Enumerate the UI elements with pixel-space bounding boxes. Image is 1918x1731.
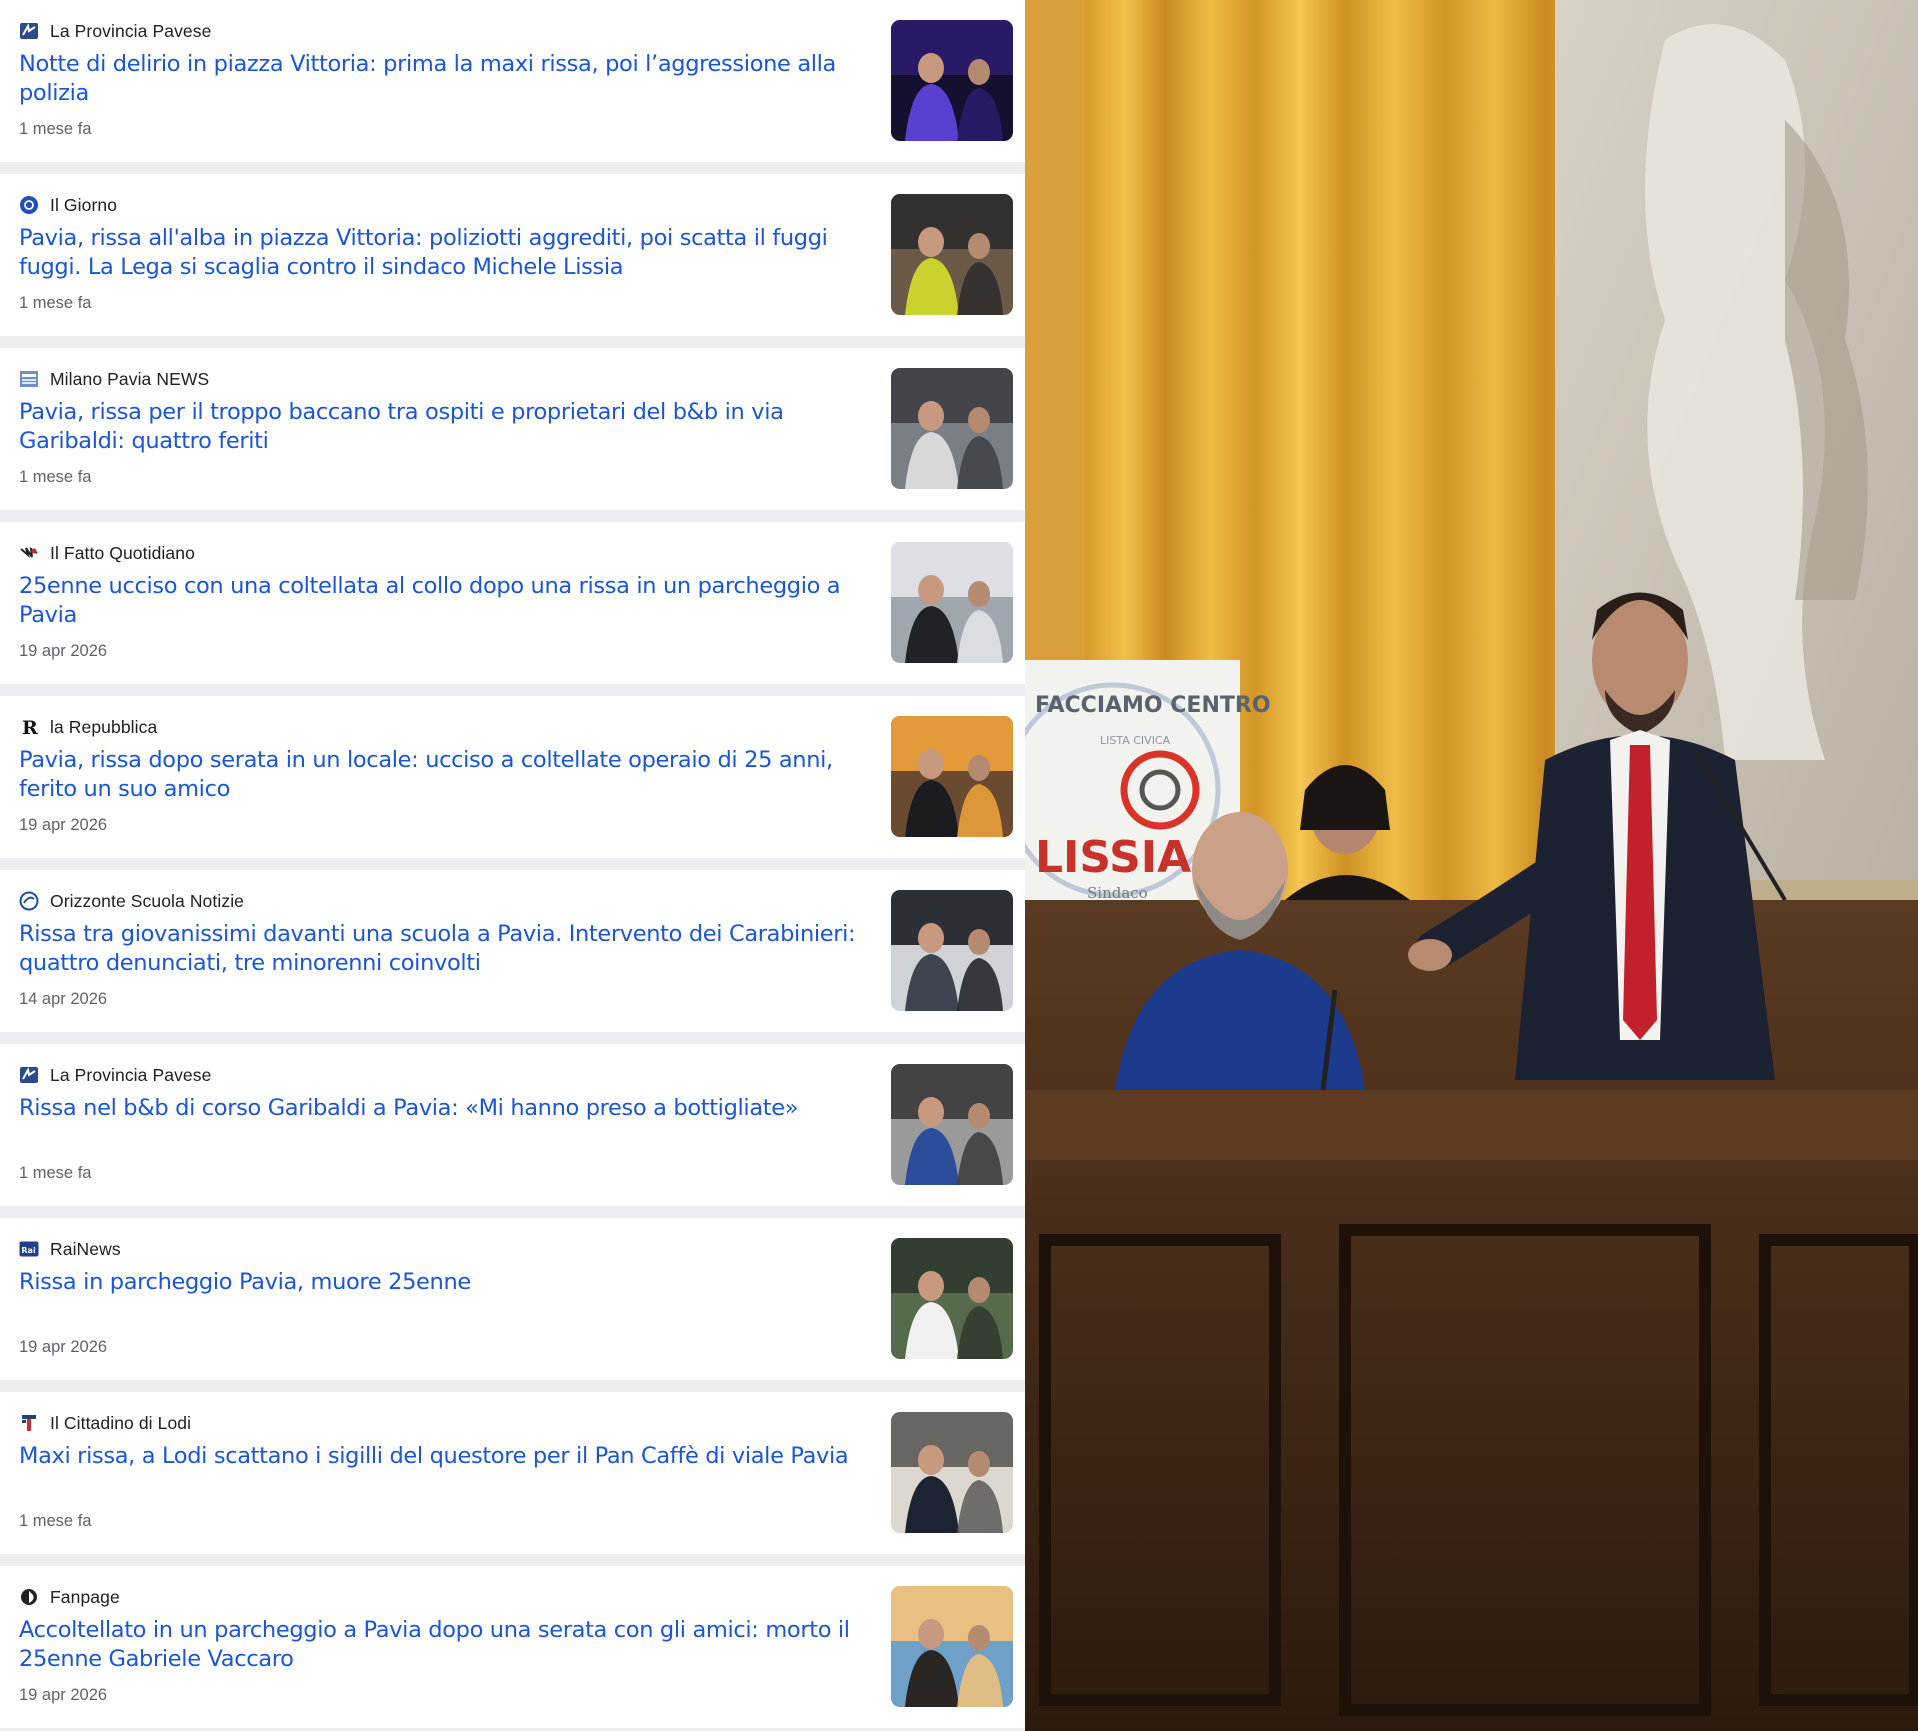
news-timestamp: 1 mese fa <box>19 120 92 138</box>
news-source: Rai RaiNews <box>19 1238 121 1260</box>
news-card[interactable]: La Provincia Pavese Rissa nel b&b di cors… <box>0 1044 1025 1206</box>
banner-candidate-name: LISSIA <box>1035 832 1191 883</box>
news-timestamp: 1 mese fa <box>19 468 92 486</box>
source-name: Il Fatto Quotidiano <box>50 542 195 563</box>
orizzonte-scuola-logo-icon <box>19 891 39 911</box>
news-thumbnail[interactable] <box>891 194 1013 315</box>
news-source: La Provincia Pavese <box>19 20 211 42</box>
news-thumbnail[interactable] <box>891 1064 1013 1185</box>
news-headline-link[interactable]: Rissa nel b&b di corso Garibaldi a Pavia… <box>19 1094 881 1123</box>
news-thumbnail[interactable] <box>891 1586 1013 1707</box>
news-source: Orizzonte Scuola Notizie <box>19 890 244 912</box>
news-source: Il Fatto Quotidiano <box>19 542 195 564</box>
news-thumbnail[interactable] <box>891 890 1013 1011</box>
news-thumbnail[interactable] <box>891 542 1013 663</box>
news-source: Rla Repubblica <box>19 716 157 738</box>
source-name: Milano Pavia NEWS <box>50 368 210 389</box>
news-timestamp: 19 apr 2026 <box>19 642 108 660</box>
news-thumbnail[interactable] <box>891 368 1013 489</box>
news-card[interactable]: Milano Pavia NEWS Pavia, rissa per il tro… <box>0 348 1025 510</box>
banner-subtitle: LISTA CIVICA <box>1100 734 1171 747</box>
rainews-logo-icon: Rai <box>19 1239 39 1259</box>
council-photo: FACCIAMO CENTRO LISTA CIVICA LISSIA Sind… <box>1025 0 1918 1731</box>
news-card[interactable]: Orizzonte Scuola Notizie Rissa tra giovan… <box>0 870 1025 1032</box>
news-timestamp: 1 mese fa <box>19 294 92 312</box>
news-feed: La Provincia Pavese Notte di delirio in p… <box>0 0 1025 1731</box>
news-card[interactable]: La Provincia Pavese Notte di delirio in p… <box>0 0 1025 162</box>
news-headline-link[interactable]: Pavia, rissa all'alba in piazza Vittoria… <box>19 224 881 282</box>
news-thumbnail[interactable] <box>891 1238 1013 1359</box>
news-headline-link[interactable]: Rissa in parcheggio Pavia, muore 25enne <box>19 1268 881 1297</box>
news-source: Il Giorno <box>19 194 117 216</box>
repubblica-logo-icon: R <box>19 717 39 737</box>
fanpage-logo-icon <box>19 1587 39 1607</box>
news-headline-link[interactable]: Pavia, rissa per il troppo baccano tra o… <box>19 398 881 456</box>
banner-role: Sindaco <box>1087 884 1148 902</box>
news-source: Fanpage <box>19 1586 120 1608</box>
news-timestamp: 1 mese fa <box>19 1164 92 1182</box>
svg-text:R: R <box>22 717 38 737</box>
news-card[interactable]: Il Giorno Pavia, rissa all'alba in piazza… <box>0 174 1025 336</box>
news-card[interactable]: Fanpage Accoltellato in un parcheggio a P… <box>0 1566 1025 1728</box>
news-thumbnail[interactable] <box>891 1412 1013 1533</box>
provincia-pavese-logo-icon <box>19 1065 39 1085</box>
source-name: La Provincia Pavese <box>50 1064 212 1085</box>
news-headline-link[interactable]: Maxi rissa, a Lodi scattano i sigilli de… <box>19 1442 881 1471</box>
source-name: La Provincia Pavese <box>50 20 212 41</box>
news-headline-link[interactable]: Notte di delirio in piazza Vittoria: pri… <box>19 50 881 108</box>
news-headline-link[interactable]: Rissa tra giovanissimi davanti una scuol… <box>19 920 881 978</box>
news-timestamp: 14 apr 2026 <box>19 990 108 1008</box>
news-thumbnail[interactable] <box>891 20 1013 141</box>
source-name: RaiNews <box>50 1238 121 1259</box>
news-headline-link[interactable]: Pavia, rissa dopo serata in un locale: u… <box>19 746 881 804</box>
news-timestamp: 19 apr 2026 <box>19 1686 108 1704</box>
source-name: la Repubblica <box>50 716 158 737</box>
news-timestamp: 1 mese fa <box>19 1512 92 1530</box>
news-source: La Provincia Pavese <box>19 1064 211 1086</box>
source-name: Fanpage <box>50 1586 120 1607</box>
milano-pavia-news-logo-icon <box>19 369 39 389</box>
news-card[interactable]: Rai RaiNews Rissa in parcheggio Pavia, muo… <box>0 1218 1025 1380</box>
news-card[interactable]: Il Fatto Quotidiano 25enne ucciso con una… <box>0 522 1025 684</box>
il-giorno-logo-icon <box>19 195 39 215</box>
source-name: Il Cittadino di Lodi <box>50 1412 192 1433</box>
news-timestamp: 19 apr 2026 <box>19 1338 108 1356</box>
provincia-pavese-logo-icon <box>19 21 39 41</box>
banner-slogan: FACCIAMO CENTRO <box>1035 693 1271 718</box>
cittadino-lodi-logo-icon <box>19 1413 39 1433</box>
news-card[interactable]: Il Cittadino di Lodi Maxi rissa, a Lodi s… <box>0 1392 1025 1554</box>
news-headline-link[interactable]: Accoltellato in un parcheggio a Pavia do… <box>19 1616 881 1674</box>
news-timestamp: 19 apr 2026 <box>19 816 108 834</box>
source-name: Il Giorno <box>50 194 118 215</box>
news-source: Il Cittadino di Lodi <box>19 1412 191 1434</box>
source-name: Orizzonte Scuola Notizie <box>50 890 245 911</box>
news-card[interactable]: Rla Repubblica Pavia, rissa dopo serata i… <box>0 696 1025 858</box>
news-headline-link[interactable]: 25enne ucciso con una coltellata al coll… <box>19 572 881 630</box>
svg-text:Rai: Rai <box>21 1246 36 1255</box>
fatto-quotidiano-logo-icon <box>19 543 39 563</box>
news-source: Milano Pavia NEWS <box>19 368 209 390</box>
news-thumbnail[interactable] <box>891 716 1013 837</box>
